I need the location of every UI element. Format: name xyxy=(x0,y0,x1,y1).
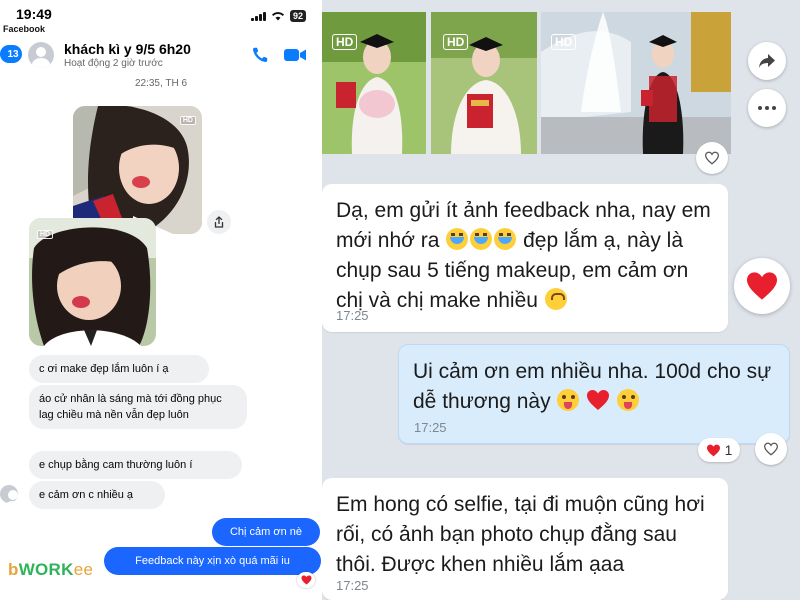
hd-badge: HD xyxy=(551,34,577,50)
status-bar-back-app[interactable]: Facebook xyxy=(3,24,45,34)
hd-badge: HD xyxy=(37,230,54,239)
heart-outline-icon xyxy=(704,151,720,165)
forward-button[interactable] xyxy=(748,42,786,80)
share-button[interactable] xyxy=(207,210,231,234)
outgoing-message[interactable]: Ui cảm ơn em nhiều nha. 100d cho sự dễ t… xyxy=(398,344,790,444)
more-dots-icon xyxy=(758,106,776,110)
contact-avatar[interactable] xyxy=(28,42,54,68)
sender-avatar[interactable] xyxy=(0,485,18,503)
incoming-message[interactable]: e cảm ơn c nhiều ạ xyxy=(29,481,165,509)
more-options-button[interactable] xyxy=(748,89,786,127)
winking-tongue-emoji-icon xyxy=(557,389,580,412)
reaction-count: 1 xyxy=(724,442,733,458)
heart-outline-icon xyxy=(763,442,779,456)
incoming-message[interactable]: Em hong có selfie, tại đi muộn cũng hơi … xyxy=(322,478,728,600)
conversation-timestamp: 22:35, TH 6 xyxy=(134,78,188,89)
incoming-message[interactable]: c ơi make đẹp lắm luôn í ạ xyxy=(29,355,209,383)
phone-call-icon[interactable] xyxy=(250,46,270,64)
reaction-count-badge[interactable]: 1 xyxy=(698,438,740,462)
heart-reaction-badge[interactable] xyxy=(297,572,315,588)
share-icon xyxy=(214,216,224,228)
graduation-photo-3[interactable]: HD xyxy=(541,12,731,154)
heart-icon xyxy=(706,444,720,456)
hd-badge: HD xyxy=(332,34,358,50)
message-time: 17:25 xyxy=(336,308,369,323)
status-bar-time: 19:49 xyxy=(16,6,52,22)
forward-arrow-icon xyxy=(759,54,775,68)
winking-tongue-emoji-icon xyxy=(617,389,640,412)
message-time: 17:25 xyxy=(414,420,447,435)
signal-icon xyxy=(250,11,266,21)
selfie-photo-graduation[interactable]: HD xyxy=(73,106,202,234)
contact-name[interactable]: khách kì y 9/5 6h20 xyxy=(64,41,191,57)
incoming-message[interactable]: áo cử nhân là sáng mà tới đồng phục lag … xyxy=(29,385,247,429)
status-bar-icons: 92 xyxy=(250,10,306,22)
bworkee-watermark: bWORKee xyxy=(8,560,93,580)
back-unread-badge[interactable]: 13 xyxy=(0,45,22,63)
incoming-message[interactable]: e chụp bằng cam thường luôn í xyxy=(29,451,242,479)
heart-icon xyxy=(301,575,311,585)
screenshot-collage: 19:49 Facebook 92 ‹ 13 khách kì y 9/5 6h… xyxy=(0,0,800,600)
hd-badge: HD xyxy=(443,34,469,50)
heart-reaction-large[interactable] xyxy=(734,258,790,314)
message-time: 17:25 xyxy=(336,578,369,593)
message-text: Em hong có selfie, tại đi muộn cũng hơi … xyxy=(336,493,705,576)
messenger-chat-panel: 19:49 Facebook 92 ‹ 13 khách kì y 9/5 6h… xyxy=(0,0,322,600)
battery-indicator: 92 xyxy=(289,10,306,22)
watermark-part: ee xyxy=(73,560,94,579)
watermark-part: WORK xyxy=(18,560,74,579)
crying-emoji-icon xyxy=(446,228,469,251)
graduation-photo-2[interactable]: HD xyxy=(431,12,537,154)
react-heart-button[interactable] xyxy=(755,433,787,465)
upside-down-emoji-icon xyxy=(544,288,567,311)
red-heart-emoji-icon xyxy=(587,390,610,411)
outgoing-message[interactable]: Chị cảm ơn nè xyxy=(212,518,320,546)
heart-icon xyxy=(747,272,777,300)
zalo-chat-panel: HD HD HD Dạ, em gửi ít ảnh feedback nha,… xyxy=(322,0,800,600)
crying-emoji-icon xyxy=(494,228,517,251)
outgoing-message[interactable]: Feedback này xịn xò quá mãi iu xyxy=(104,547,321,575)
selfie-photo-uniform[interactable]: HD xyxy=(29,218,156,346)
selfie-photo-image xyxy=(73,106,202,234)
graduation-photo-1[interactable]: HD xyxy=(322,12,426,154)
hd-badge: HD xyxy=(179,116,196,125)
crying-emoji-icon xyxy=(470,228,493,251)
watermark-part: b xyxy=(8,560,19,579)
incoming-message[interactable]: Dạ, em gửi ít ảnh feedback nha, nay em m… xyxy=(322,184,728,332)
video-call-icon[interactable] xyxy=(283,47,307,63)
react-heart-button[interactable] xyxy=(696,142,728,174)
contact-activity-status: Hoạt động 2 giờ trước xyxy=(64,58,163,69)
wifi-icon xyxy=(271,12,284,21)
